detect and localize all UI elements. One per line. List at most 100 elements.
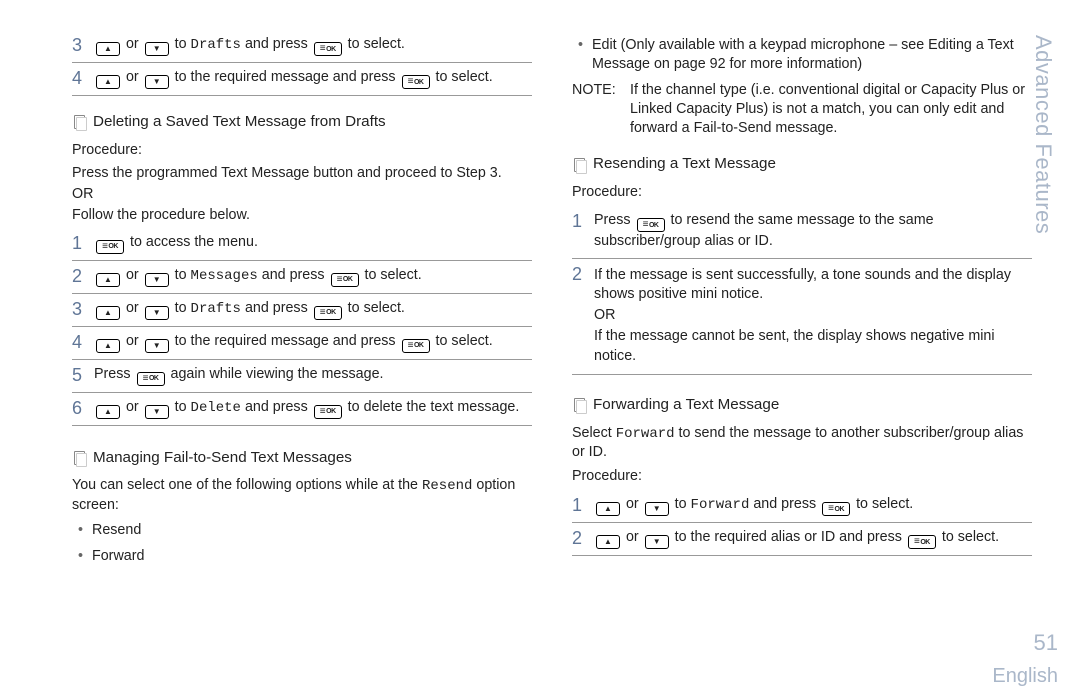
ok-icon [314,405,342,419]
procedure-label: Procedure: [572,183,1032,202]
step-number: 2 [572,264,594,285]
step-number: 5 [72,365,94,386]
step-body: or to the required message and press to … [94,332,532,353]
step-f2: 2 or to the required alias or ID and pre… [572,523,1032,556]
step-3: 3 or to Drafts and press to select. [72,294,532,327]
menu-messages: Messages [191,268,258,284]
options-list: •Resend •Forward [78,521,532,566]
bullet-icon: • [78,547,92,566]
up-icon [96,75,120,89]
intro-text: Press the programmed Text Message button… [72,164,532,183]
down-icon [645,535,669,549]
step-number: 1 [572,495,594,516]
heading-text: Deleting a Saved Text Message from Draft… [93,112,386,133]
step-body: or to Delete and press to delete the tex… [94,398,532,419]
step-4a: 4 or to the required message and press t… [72,63,532,96]
down-icon [145,339,169,353]
procedure-label: Procedure: [572,467,1032,486]
section-tab: Advanced Features [1030,35,1056,234]
step-body: If the message is sent successfully, a t… [594,264,1032,368]
ok-icon [314,42,342,56]
ok-icon [314,306,342,320]
step-number: 1 [72,233,94,254]
step-number: 4 [72,68,94,89]
heading-text: Managing Fail-to-Send Text Messages [93,448,352,469]
step-f1: 1 or to Forward and press to select. [572,490,1032,523]
or-text: OR [72,185,532,204]
content-columns: 3 or to Drafts and press to select. 4 or… [72,30,1032,572]
ok-icon [402,339,430,353]
step-body: Press again while viewing the message. [94,365,532,386]
down-icon [145,42,169,56]
intro-text: Follow the procedure below. [72,206,532,225]
ok-icon [96,240,124,254]
note-label: NOTE: [572,81,630,139]
up-icon [96,306,120,320]
heading-delete-draft: Deleting a Saved Text Message from Draft… [72,112,532,133]
list-item: •Forward [78,547,532,566]
doc-icon [574,158,585,172]
doc-icon [74,451,85,465]
step-body: Press to resend the same message to the … [594,211,1032,251]
procedure-label: Procedure: [72,141,532,160]
up-icon [96,405,120,419]
ok-icon [822,502,850,516]
note: NOTE: If the channel type (i.e. conventi… [572,81,1032,139]
up-icon [596,502,620,516]
heading-text: Resending a Text Message [593,154,776,175]
up-icon [96,339,120,353]
step-number: 2 [72,266,94,287]
step-1: 1 to access the menu. [72,228,532,261]
step-number: 1 [572,211,594,232]
step-number: 3 [72,299,94,320]
up-icon [596,535,620,549]
step-r1: 1 Press to resend the same message to th… [572,206,1032,258]
down-icon [145,75,169,89]
menu-forward: Forward [691,497,750,513]
step-3a: 3 or to Drafts and press to select. [72,30,532,63]
step-number: 2 [572,528,594,549]
options-list-cont: •Edit (Only available with a keypad micr… [578,36,1032,75]
ok-icon [637,218,665,232]
step-body: to access the menu. [94,233,532,254]
forward-option: Forward [616,426,675,442]
ok-icon [402,75,430,89]
down-icon [145,306,169,320]
step-body: or to Messages and press to select. [94,266,532,287]
menu-delete: Delete [191,400,241,416]
step-4: 4 or to the required message and press t… [72,327,532,360]
fail-intro: You can select one of the following opti… [72,476,532,515]
step-body: or to the required alias or ID and press… [594,528,1032,549]
bullet-icon: • [578,36,592,75]
up-icon [96,42,120,56]
step-body: or to Drafts and press to select. [94,35,532,56]
heading-fail-to-send: Managing Fail-to-Send Text Messages [72,448,532,469]
ok-icon [331,273,359,287]
language-label: English [992,665,1058,688]
page-number: 51 [1034,630,1058,656]
step-body: or to Drafts and press to select. [94,299,532,320]
heading-text: Forwarding a Text Message [593,395,779,416]
step-number: 3 [72,35,94,56]
step-body: or to Forward and press to select. [594,495,1032,516]
up-icon [96,273,120,287]
bullet-icon: • [78,521,92,540]
down-icon [145,405,169,419]
note-text: If the channel type (i.e. conventional d… [630,81,1032,139]
ok-icon [137,372,165,386]
down-icon [145,273,169,287]
step-5: 5 Press again while viewing the message. [72,360,532,393]
down-icon [645,502,669,516]
menu-drafts: Drafts [191,37,241,53]
step-6: 6 or to Delete and press to delete the t… [72,393,532,426]
list-item: •Resend [78,521,532,540]
right-column: •Edit (Only available with a keypad micr… [572,30,1032,572]
step-r2: 2 If the message is sent successfully, a… [572,259,1032,375]
menu-drafts: Drafts [191,301,241,317]
ok-icon [908,535,936,549]
doc-icon [74,115,85,129]
resend-option: Resend [422,478,472,494]
heading-forwarding: Forwarding a Text Message [572,395,1032,416]
list-item: •Edit (Only available with a keypad micr… [578,36,1032,75]
step-number: 4 [72,332,94,353]
